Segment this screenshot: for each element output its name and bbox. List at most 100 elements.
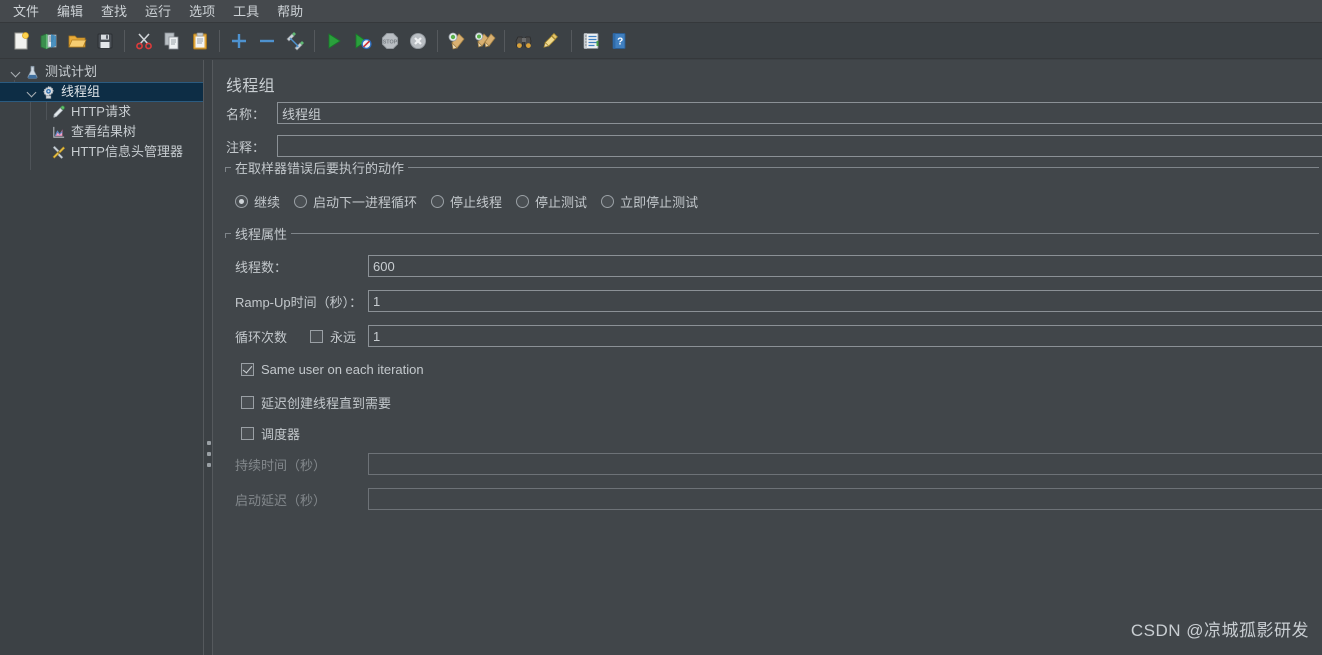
startup-delay-label: 启动延迟（秒） [235,492,327,508]
tree-node-test-plan[interactable]: 测试计划 [0,62,203,82]
radio-indicator[interactable] [601,195,615,208]
duration-input[interactable] [368,453,1322,475]
tree-node-http-header-manager[interactable]: HTTP信息头管理器 [0,142,203,162]
radio-indicator[interactable] [235,195,248,208]
toolbar-separator [504,29,505,52]
toolbar-separator [314,29,315,52]
radio-indicator[interactable] [516,195,530,208]
radio-label: 立即停止测试 [620,195,699,210]
start-no-pauses-icon[interactable] [348,27,375,54]
copy-icon[interactable] [158,27,185,54]
new-file-icon[interactable] [7,27,34,54]
tree-node-thread-group[interactable]: 线程组 [0,82,203,102]
clear-broom-icon[interactable] [443,27,470,54]
name-input[interactable] [277,102,1322,124]
page-title: 线程组 [226,78,275,95]
ramp-up-input[interactable] [368,290,1322,312]
radio-label: 启动下一进程循环 [313,195,418,210]
menu-bar: 文件 编辑 查找 运行 选项 工具 帮助 [0,0,1322,23]
http-request-pipette-icon [50,104,67,121]
delayed-start-checkbox[interactable]: 延迟创建线程直到需要 [241,393,391,412]
error-action-legend: 在取样器错误后要执行的动作 [231,158,409,177]
thread-properties-legend: 线程属性 [231,224,292,243]
clear-all-brooms-icon[interactable] [471,27,498,54]
toolbar-separator [571,29,572,52]
thread-group-panel: 线程组 名称： 注释： 在取样器错误后要执行的动作 继续 启动下一进程循环 [213,60,1322,655]
error-action-radios[interactable]: 继续 启动下一进程循环 停止线程 停止测试 立即停止测试 [235,192,712,211]
collapse-all-minus-icon[interactable] [253,27,280,54]
comment-row: 注释： [226,135,1322,157]
menu-file[interactable]: 文件 [4,1,48,22]
jmeter-window: 文件 编辑 查找 运行 选项 工具 帮助 STOP ? 测试计划 线程组 HTT… [0,0,1322,655]
num-threads-label: 线程数： [235,259,288,275]
loop-count-input[interactable] [368,325,1322,347]
save-icon[interactable] [91,27,118,54]
shutdown-icon[interactable] [404,27,431,54]
menu-search[interactable]: 查找 [92,1,136,22]
expand-all-plus-icon[interactable] [225,27,252,54]
tree-node-view-results-tree[interactable]: 查看结果树 [0,122,203,142]
radio-continue[interactable]: 继续 [235,192,280,211]
radio-start-next-loop[interactable]: 启动下一进程循环 [294,192,417,211]
comment-input[interactable] [277,135,1322,157]
checkbox-indicator[interactable] [241,396,254,409]
cut-scissors-icon[interactable] [130,27,157,54]
radio-indicator[interactable] [431,195,445,208]
ramp-up-label: Ramp-Up时间（秒）： [235,294,363,310]
radio-indicator[interactable] [294,195,308,208]
tree-node-label: 线程组 [61,84,101,99]
toolbar: STOP ? [0,23,1322,59]
chevron-down-icon[interactable] [24,84,40,100]
radio-stop-thread[interactable]: 停止线程 [431,192,502,211]
name-row: 名称： [226,102,1322,124]
forever-checkbox[interactable]: 永远 [310,327,368,346]
open-folder-icon[interactable] [63,27,90,54]
svg-text:?: ? [617,36,623,47]
startup-delay-input[interactable] [368,488,1322,510]
tree-node-label: 测试计划 [45,64,98,79]
http-header-manager-tools-icon [50,144,67,161]
test-plan-flask-icon [24,64,41,81]
function-helper-icon[interactable] [577,27,604,54]
ramp-up-row: Ramp-Up时间（秒）： [235,290,1322,312]
help-book-icon[interactable]: ? [605,27,632,54]
menu-edit[interactable]: 编辑 [48,1,92,22]
checkbox-indicator[interactable] [310,329,323,343]
checkbox-indicator[interactable] [241,427,254,440]
radio-stop-test[interactable]: 停止测试 [516,192,587,211]
templates-icon[interactable] [35,27,62,54]
radio-label: 继续 [254,195,281,210]
view-results-tree-chart-icon [50,124,67,141]
num-threads-input[interactable] [368,255,1322,277]
loop-count-label: 循环次数 [235,329,288,345]
svg-text:STOP: STOP [382,39,397,45]
toggle-enable-icon[interactable] [281,27,308,54]
forever-label: 永远 [330,329,357,345]
menu-options[interactable]: 选项 [180,1,224,22]
stop-icon[interactable]: STOP [376,27,403,54]
startup-delay-row: 启动延迟（秒） [235,488,1322,510]
comment-label: 注释： [226,139,266,155]
same-user-label: Same user on each iteration [261,362,424,377]
sidebar-splitter[interactable] [203,60,213,655]
delayed-start-label: 延迟创建线程直到需要 [261,396,392,411]
tree-node-http-request[interactable]: HTTP请求 [0,102,203,122]
group-border-top [225,233,1319,234]
group-border-tick [225,167,226,172]
paste-clipboard-icon[interactable] [186,27,213,54]
menu-help[interactable]: 帮助 [268,1,312,22]
checkbox-indicator[interactable] [241,363,254,376]
same-user-checkbox[interactable]: Same user on each iteration [241,362,424,377]
name-label: 名称： [226,106,266,122]
chevron-down-icon[interactable] [8,64,24,80]
reset-search-broom-icon[interactable] [538,27,565,54]
menu-run[interactable]: 运行 [136,1,180,22]
radio-stop-test-now[interactable]: 立即停止测试 [601,192,698,211]
start-play-icon[interactable] [320,27,347,54]
test-plan-tree[interactable]: 测试计划 线程组 HTTP请求 查看结果树 HTTP信息头管理器 [0,60,203,655]
group-border-tick [225,233,226,238]
splitter-grip[interactable] [207,441,211,467]
search-binoculars-icon[interactable] [510,27,537,54]
scheduler-checkbox[interactable]: 调度器 [241,424,300,443]
menu-tools[interactable]: 工具 [224,1,268,22]
